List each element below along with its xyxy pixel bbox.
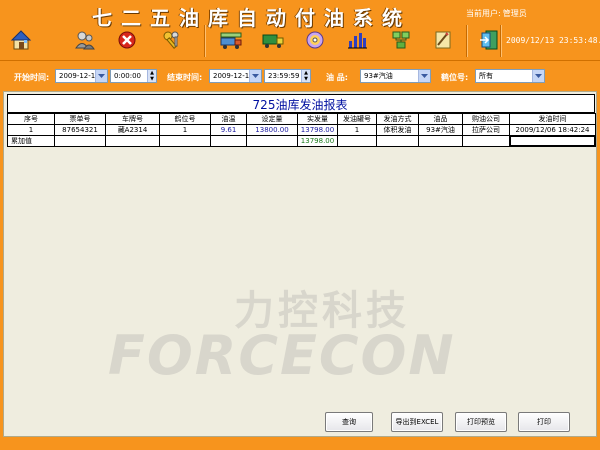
- truck-loading-icon[interactable]: [216, 25, 246, 55]
- print-button[interactable]: 打印: [518, 412, 570, 432]
- start-time-input[interactable]: 0:00:00 ▲ ▼: [110, 69, 157, 83]
- toolbar-separator: [500, 25, 502, 57]
- time-spinner[interactable]: ▲ ▼: [301, 70, 310, 82]
- column-header: 发油方式: [376, 113, 419, 125]
- watermark-brand-en: FORCECON: [108, 324, 456, 387]
- table-cell: 拉萨公司: [462, 124, 510, 136]
- table-cell: [105, 135, 160, 147]
- table-cell: 1: [337, 124, 377, 136]
- crane-label: 鹤位号:: [441, 73, 469, 82]
- table-cell: 13798.00: [297, 124, 338, 136]
- disc-icon[interactable]: [300, 25, 330, 55]
- table-cell: 2009/12/06 18:42:24: [509, 124, 596, 136]
- table-cell: 1: [7, 124, 55, 136]
- report-panel: 力控科技 FORCECON 725油库发油报表 序号 票单号 车牌号 鹤位号 油…: [3, 91, 597, 437]
- table-cell: [210, 135, 247, 147]
- end-time-label: 结束时间:: [167, 73, 203, 82]
- column-header: 车牌号: [105, 113, 160, 125]
- watermark-brand-cn: 力控科技: [234, 288, 410, 334]
- notes-icon[interactable]: [428, 25, 458, 55]
- column-header: 票单号: [54, 113, 106, 125]
- table-header-row: 序号 票单号 车牌号 鹤位号 油温 设定量 实发量 发油罐号 发油方式 油品 购…: [7, 113, 596, 125]
- column-header: 油品: [418, 113, 463, 125]
- user-label: 当前用户:: [466, 9, 501, 18]
- report-title: 725油库发油报表: [252, 98, 348, 112]
- table-cell[interactable]: [509, 135, 596, 147]
- toolbar-separator: [204, 25, 206, 57]
- print-preview-button[interactable]: 打印预览: [455, 412, 507, 432]
- column-header: 购油公司: [462, 113, 510, 125]
- export-excel-button[interactable]: 导出到EXCEL: [391, 412, 443, 432]
- table-cell: [418, 135, 463, 147]
- table-cell: 13800.00: [246, 124, 298, 136]
- crane-select-value: 所有: [479, 72, 493, 80]
- chevron-down-icon[interactable]: [95, 70, 107, 82]
- truck-icon[interactable]: [258, 25, 288, 55]
- table-cell: 87654321: [54, 124, 106, 136]
- table-cell: [337, 135, 377, 147]
- table-cell: [376, 135, 419, 147]
- report-table: 序号 票单号 车牌号 鹤位号 油温 设定量 实发量 发油罐号 发油方式 油品 购…: [7, 113, 596, 147]
- start-time-label: 开始时间:: [14, 73, 50, 82]
- cancel-icon[interactable]: [112, 25, 142, 55]
- column-header: 序号: [7, 113, 55, 125]
- keys-icon[interactable]: [157, 25, 187, 55]
- current-user: 当前用户: 管理员: [466, 8, 529, 19]
- table-cell: [246, 135, 298, 147]
- start-time-value: 0:00:00: [114, 72, 141, 80]
- table-cell: 93#汽油: [418, 124, 463, 136]
- total-label: 累加值: [7, 135, 55, 147]
- users-icon[interactable]: [70, 25, 100, 55]
- column-header: 发油罐号: [337, 113, 377, 125]
- filter-bar: 开始时间: 2009-12-13 0:00:00 ▲ ▼ 结束时间: 2009-1…: [0, 60, 600, 90]
- end-date-picker[interactable]: 2009-12-13: [209, 69, 262, 83]
- end-time-input[interactable]: 23:59:59 ▲ ▼: [264, 69, 311, 83]
- network-icon[interactable]: [386, 25, 416, 55]
- chevron-down-icon[interactable]: [249, 70, 261, 82]
- column-header: 实发量: [297, 113, 338, 125]
- table-row[interactable]: 1 87654321 藏A2314 1 9.61 13800.00 13798.…: [7, 124, 596, 136]
- end-time-value: 23:59:59: [268, 72, 300, 80]
- clock-display: 2009/12/13 23:53:48.5: [506, 36, 600, 45]
- table-cell: 藏A2314: [105, 124, 160, 136]
- column-header: 鹤位号: [159, 113, 211, 125]
- table-cell: [159, 135, 211, 147]
- table-total-row: 累加值 13798.00: [7, 135, 596, 147]
- table-cell: 9.61: [210, 124, 247, 136]
- query-button[interactable]: 查询: [325, 412, 373, 432]
- toolbar-separator: [466, 25, 468, 57]
- oil-label: 油 品:: [326, 73, 348, 82]
- table-cell: 体积发油: [376, 124, 419, 136]
- chevron-down-icon[interactable]: [532, 70, 544, 82]
- bar-chart-icon[interactable]: [342, 25, 372, 55]
- column-header: 设定量: [246, 113, 298, 125]
- column-header: 油温: [210, 113, 247, 125]
- user-name: 管理员: [502, 9, 527, 18]
- chevron-down-icon[interactable]: [418, 70, 430, 82]
- time-spinner[interactable]: ▲ ▼: [147, 70, 156, 82]
- end-date-value: 2009-12-13: [213, 72, 254, 80]
- home-icon[interactable]: [6, 25, 36, 55]
- table-cell: 1: [159, 124, 211, 136]
- start-date-value: 2009-12-13: [59, 72, 100, 80]
- crane-select[interactable]: 所有: [475, 69, 545, 83]
- table-cell: [54, 135, 106, 147]
- start-date-picker[interactable]: 2009-12-13: [55, 69, 108, 83]
- oil-select[interactable]: 93#汽油: [360, 69, 431, 83]
- oil-select-value: 93#汽油: [364, 72, 393, 80]
- table-cell: [462, 135, 510, 147]
- column-header: 发油时间: [509, 113, 596, 125]
- total-quantity: 13798.00: [297, 135, 338, 147]
